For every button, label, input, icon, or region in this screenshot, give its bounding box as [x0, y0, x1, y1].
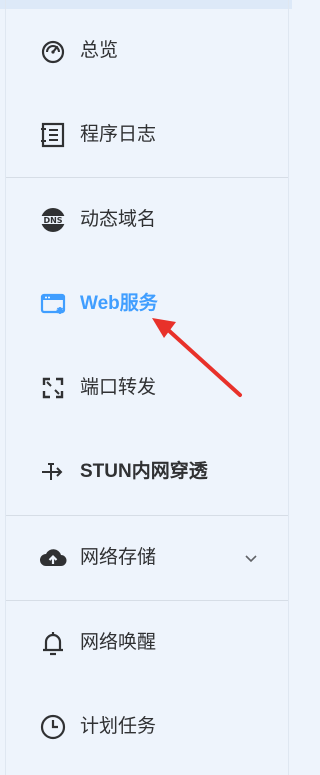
- sidebar-menu: 总览 程序日志 DNS 动态域名 Web服务 端口转发 STUN内网穿透 网络存…: [6, 9, 288, 775]
- dashboard-icon: [39, 37, 67, 65]
- menu-item-web-service[interactable]: Web服务: [6, 262, 288, 346]
- menu-item-logs[interactable]: 程序日志: [6, 93, 288, 177]
- menu-item-ddns[interactable]: DNS 动态域名: [6, 178, 288, 262]
- menu-label-logs: 程序日志: [80, 124, 157, 145]
- top-bar: [0, 0, 292, 9]
- port-forward-icon: [39, 374, 67, 402]
- log-icon: [39, 121, 67, 149]
- menu-label-overview: 总览: [80, 40, 119, 61]
- menu-label-ddns: 动态域名: [80, 209, 157, 230]
- menu-item-overview[interactable]: 总览: [6, 9, 288, 93]
- menu-label-scheduled-tasks: 计划任务: [80, 716, 157, 737]
- cloud-upload-icon: [39, 544, 67, 572]
- menu-item-stun[interactable]: STUN内网穿透: [6, 430, 288, 514]
- menu-label-web-service: Web服务: [80, 293, 158, 314]
- right-border: [288, 0, 289, 775]
- menu-item-scheduled-tasks[interactable]: 计划任务: [6, 685, 288, 769]
- svg-text:DNS: DNS: [43, 216, 62, 225]
- menu-label-network-storage: 网络存储: [80, 547, 157, 568]
- web-service-icon: [39, 290, 67, 318]
- menu-label-stun: STUN内网穿透: [80, 461, 208, 482]
- clock-icon: [39, 713, 67, 741]
- menu-label-port-forward: 端口转发: [80, 377, 157, 398]
- stun-icon: [39, 458, 67, 486]
- menu-item-network-storage[interactable]: 网络存储: [6, 516, 288, 600]
- menu-item-port-forward[interactable]: 端口转发: [6, 346, 288, 430]
- menu-item-wake-on-lan[interactable]: 网络唤醒: [6, 601, 288, 685]
- dns-icon: DNS: [39, 206, 67, 234]
- bell-icon: [39, 629, 67, 657]
- menu-label-wake-on-lan: 网络唤醒: [80, 632, 157, 653]
- chevron-down-icon[interactable]: [243, 550, 259, 566]
